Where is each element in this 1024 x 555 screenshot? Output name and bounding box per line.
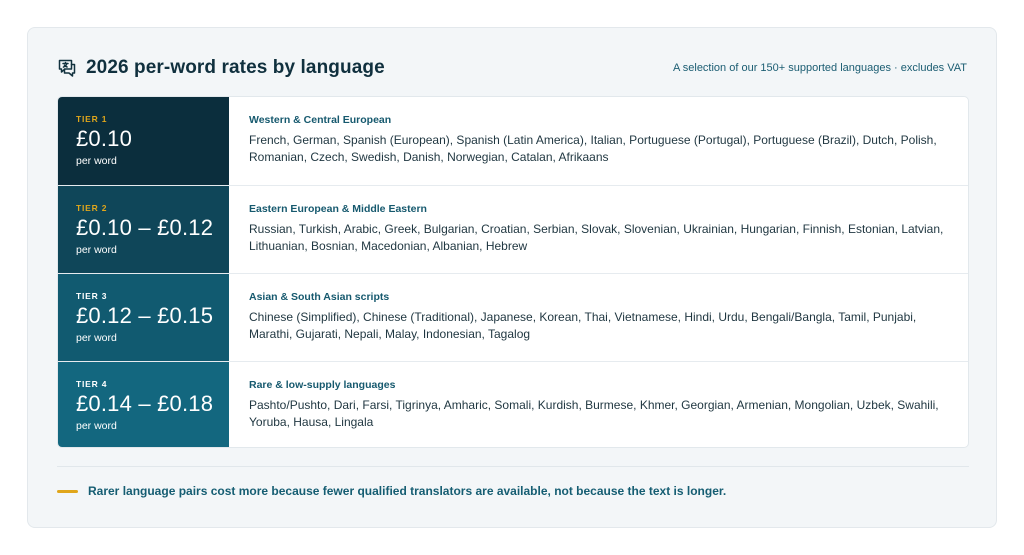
header-title-group: 2026 per-word rates by language	[57, 57, 385, 79]
header-subtitle: A selection of our 150+ supported langua…	[672, 62, 967, 74]
tier-price-cell: TIER 1 £0.10 per word	[58, 97, 229, 185]
tier-price-cell: TIER 3 £0.12 – £0.15 per word	[58, 274, 229, 361]
tier-price-cell: TIER 2 £0.10 – £0.12 per word	[58, 186, 229, 273]
tier-unit: per word	[76, 244, 117, 256]
language-group-title: Asian & South Asian scripts	[249, 291, 390, 303]
rates-panel: 2026 per-word rates by language A select…	[27, 27, 997, 528]
tier-label: TIER 1	[76, 114, 108, 124]
language-group-title: Western & Central European	[249, 114, 392, 126]
language-list: Russian, Turkish, Arabic, Greek, Bulgari…	[249, 222, 944, 253]
tier-price: £0.14 – £0.18	[76, 391, 214, 416]
tier-row: TIER 1 £0.10 per word Western & Central …	[58, 97, 968, 185]
tier-unit: per word	[76, 420, 117, 432]
language-list: Chinese (Simplified), Chinese (Tradition…	[249, 310, 917, 341]
tier-unit: per word	[76, 155, 117, 167]
footer-note-text: Rarer language pairs cost more because f…	[88, 484, 727, 498]
tier-price: £0.12 – £0.15	[76, 303, 214, 328]
tier-price: £0.10 – £0.12	[76, 215, 214, 240]
accent-bar	[57, 489, 78, 493]
panel-header: 2026 per-word rates by language A select…	[57, 54, 967, 82]
language-list: Pashto/Pushto, Dari, Farsi, Tigrinya, Am…	[249, 398, 939, 429]
footer-note: Rarer language pairs cost more because f…	[57, 484, 726, 498]
tier-label: TIER 3	[76, 291, 108, 301]
language-group-title: Eastern European & Middle Eastern	[249, 203, 427, 215]
tier-row: TIER 3 £0.12 – £0.15 per word Asian & So…	[58, 273, 968, 361]
tier-row: TIER 2 £0.10 – £0.12 per word Eastern Eu…	[58, 185, 968, 273]
tier-languages-cell: Rare & low-supply languages Pashto/Pusht…	[229, 362, 968, 447]
tier-languages-cell: Asian & South Asian scripts Chinese (Sim…	[229, 274, 968, 361]
tier-label: TIER 2	[76, 203, 108, 213]
tier-table: TIER 1 £0.10 per word Western & Central …	[57, 96, 969, 448]
tier-languages-cell: Eastern European & Middle Eastern Russia…	[229, 186, 968, 273]
tier-row: TIER 4 £0.14 – £0.18 per word Rare & low…	[58, 361, 968, 447]
language-group-title: Rare & low-supply languages	[249, 379, 396, 391]
language-list: French, German, Spanish (European), Span…	[249, 133, 937, 164]
translate-chat-icon	[57, 58, 77, 78]
tier-price: £0.10	[76, 126, 133, 151]
page-title: 2026 per-word rates by language	[86, 57, 385, 78]
tier-label: TIER 4	[76, 379, 108, 389]
tier-languages-cell: Western & Central European French, Germa…	[229, 97, 968, 185]
tier-price-cell: TIER 4 £0.14 – £0.18 per word	[58, 362, 229, 447]
tier-unit: per word	[76, 332, 117, 344]
footer-divider	[57, 466, 969, 467]
